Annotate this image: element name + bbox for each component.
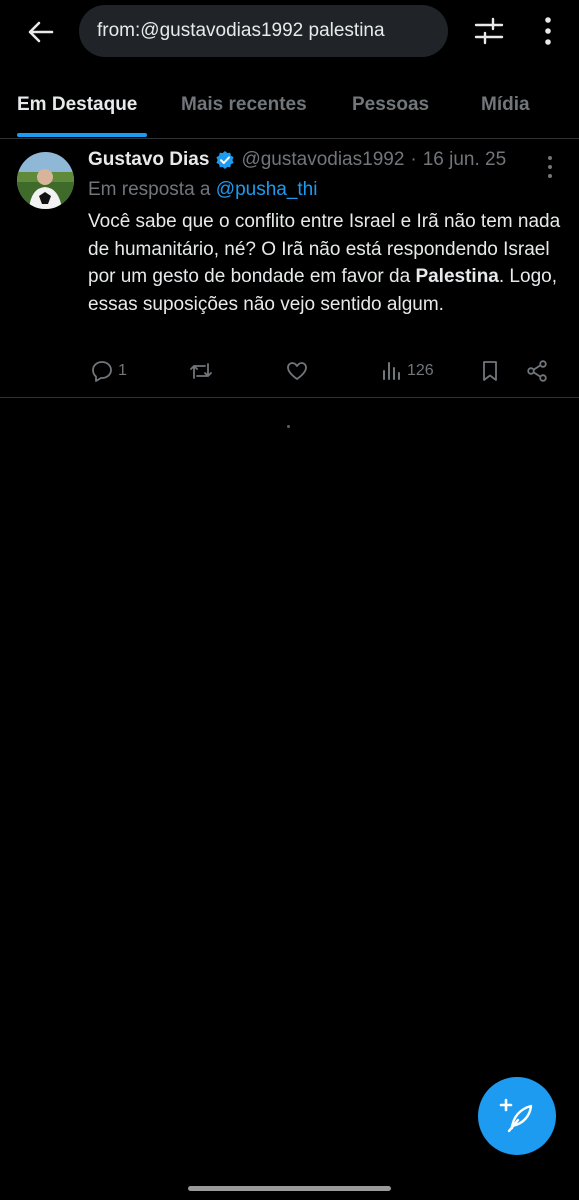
compose-icon (499, 1098, 533, 1133)
bookmark-icon (483, 361, 497, 381)
tweet-text-highlight: Palestina (415, 266, 499, 287)
tweet-actions: 1 126 (0, 356, 579, 386)
like-button[interactable] (285, 356, 309, 386)
author-handle[interactable]: @gustavodias1992 (241, 149, 404, 171)
reply-icon (92, 361, 112, 382)
share-icon (527, 360, 547, 382)
bookmark-button[interactable] (479, 356, 501, 386)
home-indicator[interactable] (188, 1186, 391, 1191)
more-vertical-icon (545, 17, 551, 45)
views-icon (383, 362, 400, 380)
back-arrow-icon (28, 21, 54, 43)
tab-midia[interactable]: Mídia (481, 94, 530, 116)
filter-button[interactable] (472, 14, 506, 48)
tweet[interactable]: Gustavo Dias @gustavodias1992 · 16 jun. … (0, 138, 579, 398)
reply-prefix: Em resposta a (88, 179, 211, 200)
back-button[interactable] (22, 16, 58, 48)
more-vertical-icon (548, 156, 552, 178)
top-bar: from:@gustavodias1992 palestina (0, 0, 579, 64)
views-count: 126 (407, 362, 434, 379)
tab-mais-recentes[interactable]: Mais recentes (181, 94, 307, 116)
like-icon (287, 362, 307, 380)
active-tab-indicator (17, 133, 147, 137)
tab-pessoas[interactable]: Pessoas (352, 94, 429, 116)
reply-count: 1 (118, 362, 127, 379)
share-button[interactable] (525, 356, 549, 386)
more-options-button[interactable] (536, 14, 560, 48)
reply-context: Em resposta a @pusha_thi (88, 179, 317, 201)
tab-em-destaque[interactable]: Em Destaque (17, 94, 137, 116)
tweet-more-button[interactable] (540, 154, 560, 180)
author-name[interactable]: Gustavo Dias (88, 149, 209, 171)
verified-badge-icon (215, 150, 235, 170)
retweet-button[interactable] (188, 356, 214, 386)
tweet-header: Gustavo Dias @gustavodias1992 · 16 jun. … (88, 149, 506, 171)
reply-handle-link[interactable]: @pusha_thi (216, 179, 318, 200)
retweet-icon (190, 363, 212, 379)
search-input[interactable]: from:@gustavodias1992 palestina (79, 5, 448, 57)
avatar[interactable] (17, 152, 74, 209)
filter-sliders-icon (474, 17, 504, 45)
tweet-text: Você sabe que o conflito entre Israel e … (88, 208, 568, 318)
tweet-date[interactable]: 16 jun. 25 (423, 149, 506, 171)
reply-button[interactable]: 1 (90, 356, 127, 386)
compose-button[interactable] (478, 1077, 556, 1155)
views-button[interactable]: 126 (381, 356, 434, 386)
search-tabs: Em Destaque Mais recentes Pessoas Mídia (0, 80, 579, 139)
separator-dot: · (410, 149, 417, 170)
loading-indicator (287, 425, 290, 428)
